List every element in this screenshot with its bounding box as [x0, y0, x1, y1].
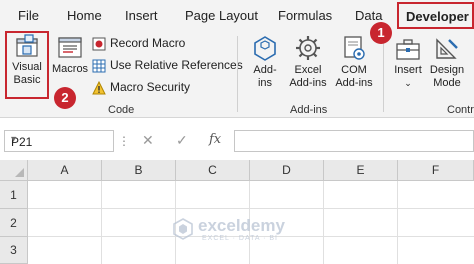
formula-bar: P21 ▾ ⋮ ✕ ✓ fx — [0, 128, 474, 156]
name-box[interactable]: P21 ▾ — [4, 130, 114, 152]
cancel-icon[interactable]: ✕ — [142, 132, 154, 149]
tab-page-layout[interactable]: Page Layout — [185, 8, 258, 23]
group-separator — [237, 36, 238, 112]
design-mode-icon — [436, 38, 458, 59]
excel-add-ins-label-line1: Excel — [294, 64, 322, 76]
design-mode-button[interactable]: Design Mode — [427, 36, 467, 90]
visual-basic-label-line1: Visual — [12, 61, 42, 73]
tab-file[interactable]: File — [18, 8, 39, 23]
worksheet-grid: A B C D E F 1 2 3 exceldemy EXCEL · DATA… — [0, 160, 474, 264]
tab-insert[interactable]: Insert — [125, 8, 158, 23]
design-mode-label-line1: Design — [429, 64, 465, 76]
add-ins-label-line2: ins — [257, 77, 273, 89]
add-ins-label-line1: Add- — [253, 64, 277, 76]
tab-data[interactable]: Data — [355, 8, 382, 23]
gear-icon — [296, 36, 320, 60]
column-header-b[interactable]: B — [102, 160, 176, 181]
add-ins-button[interactable]: Add- ins — [248, 34, 282, 90]
tab-developer[interactable]: Developer — [397, 2, 474, 29]
grid-line — [397, 181, 398, 264]
row-header-3[interactable]: 3 — [0, 237, 28, 264]
controls-group-label: Contr — [447, 104, 474, 116]
visual-basic-button-content[interactable]: Visual Basic — [7, 33, 47, 87]
com-add-ins-button[interactable]: COM Add-ins — [331, 34, 377, 90]
excel-add-ins-button[interactable]: Excel Add-ins — [286, 34, 330, 90]
column-header-a[interactable]: A — [28, 160, 102, 181]
macros-button[interactable]: Macros — [52, 35, 88, 76]
com-add-ins-label-line2: Add-ins — [335, 77, 373, 89]
select-all-triangle — [15, 168, 24, 177]
tab-developer-label: Developer — [406, 9, 469, 24]
record-macro-icon — [92, 37, 106, 51]
row-header-1[interactable]: 1 — [0, 181, 28, 209]
toolbox-icon — [396, 39, 420, 60]
chevron-down-icon[interactable]: ▾ — [11, 134, 108, 145]
group-separator — [383, 36, 384, 112]
code-group-label: Code — [108, 104, 135, 116]
row-header-2[interactable]: 2 — [0, 209, 28, 237]
macros-label: Macros — [52, 63, 89, 75]
visual-basic-label-line2: Basic — [13, 74, 41, 86]
warning-icon — [92, 81, 106, 95]
column-header-e[interactable]: E — [324, 160, 398, 181]
ribbon-tab-bar: File Home Insert Page Layout Formulas Da… — [0, 0, 474, 30]
tab-home[interactable]: Home — [67, 8, 102, 23]
add-ins-group-label: Add-ins — [290, 104, 328, 116]
macro-security-label: Macro Security — [110, 80, 191, 94]
column-header-c[interactable]: C — [176, 160, 250, 181]
com-add-ins-icon — [344, 36, 365, 60]
use-relative-references-label: Use Relative References — [110, 58, 243, 72]
watermark-tagline: EXCEL · DATA · BI — [202, 235, 278, 242]
visual-basic-icon — [16, 34, 38, 57]
record-macro-label: Record Macro — [110, 36, 186, 50]
grid-line — [28, 208, 474, 209]
column-header-d[interactable]: D — [250, 160, 324, 181]
grid-line — [323, 181, 324, 264]
exceldemy-logo-icon — [173, 218, 193, 240]
step-badge-1: 1 — [370, 22, 392, 44]
select-all-button[interactable] — [0, 160, 28, 181]
add-ins-icon — [254, 36, 276, 61]
step-badge-2: 2 — [54, 87, 76, 109]
insert-controls-button[interactable]: Insert ⌄ — [389, 38, 427, 90]
enter-icon[interactable]: ✓ — [176, 132, 188, 149]
grid-line — [101, 181, 102, 264]
relative-references-icon — [92, 59, 106, 73]
tab-formulas[interactable]: Formulas — [278, 8, 332, 23]
macros-icon — [58, 37, 82, 58]
excel-add-ins-label-line2: Add-ins — [289, 77, 327, 89]
insert-controls-label: Insert — [394, 64, 422, 76]
column-header-f[interactable]: F — [398, 160, 474, 181]
design-mode-label-line2: Mode — [433, 77, 461, 89]
watermark-name: exceldemy — [198, 216, 285, 235]
more-options-icon[interactable]: ⋮ — [118, 134, 130, 148]
insert-function-icon[interactable]: fx — [209, 132, 221, 147]
com-add-ins-label-line1: COM — [341, 64, 367, 76]
formula-input[interactable] — [234, 130, 474, 152]
chevron-down-icon: ⌄ — [404, 78, 412, 88]
